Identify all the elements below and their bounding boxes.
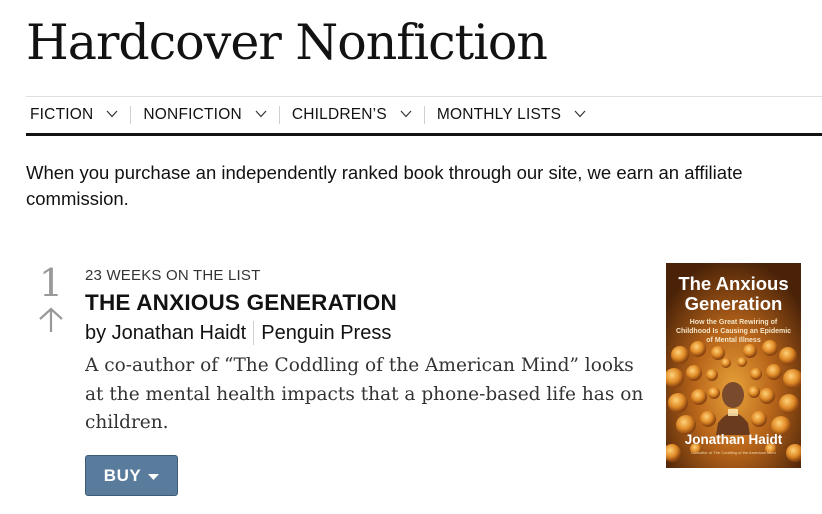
nav-item-label: MONTHLY LISTS — [436, 106, 562, 123]
cover-title: The Anxious Generation — [666, 274, 801, 314]
buy-button[interactable]: BUY — [85, 455, 178, 496]
nav-item-label: CHILDREN’S — [291, 106, 387, 123]
cover-title-line: Generation — [684, 293, 783, 314]
nav-divider — [130, 106, 132, 124]
chevron-down-icon — [574, 105, 586, 123]
cover-subtitle: How the Great Rewiring of Childhood Is C… — [675, 319, 792, 344]
byline-divider — [253, 321, 255, 345]
rank-number: 1 — [38, 261, 64, 305]
book-publisher: Penguin Press — [261, 321, 392, 344]
cover-title-line: The Anxious — [678, 273, 789, 294]
chevron-down-icon — [400, 105, 412, 123]
byline: by Jonathan Haidt Penguin Press — [85, 321, 391, 345]
nav-divider — [423, 106, 425, 124]
cover-tagline: Coauthor of The Coddling of the American… — [691, 450, 776, 455]
weeks-on-list: 23 WEEKS ON THE LIST — [85, 267, 261, 284]
affiliate-disclaimer: When you purchase an independently ranke… — [26, 162, 743, 209]
book-title[interactable]: THE ANXIOUS GENERATION — [85, 290, 397, 316]
nav-divider — [278, 106, 280, 124]
caret-down-icon — [148, 466, 160, 486]
nav-item-label: FICTION — [30, 106, 94, 123]
page-title: Hardcover Nonfiction — [26, 14, 548, 71]
cover-author: Jonathan Haidt — [684, 432, 783, 447]
chevron-down-icon — [255, 105, 267, 123]
nav-item-label: NONFICTION — [143, 106, 242, 123]
list-category-nav: FICTION NONFICTION CHILDREN’S MONTHLY LI… — [26, 96, 822, 136]
book-cover-image[interactable]: The Anxious Generation How the Great Rew… — [666, 263, 801, 468]
arrow-up-icon — [38, 306, 64, 339]
book-author: by Jonathan Haidt — [85, 321, 247, 344]
nav-item-childrens[interactable]: CHILDREN’S — [292, 105, 412, 125]
nav-item-fiction[interactable]: FICTION — [26, 105, 118, 125]
chevron-down-icon — [106, 105, 118, 123]
nav-item-nonfiction[interactable]: NONFICTION — [143, 105, 267, 125]
book-description: A co-author of “The Coddling of the Amer… — [85, 355, 644, 433]
buy-button-label: BUY — [103, 465, 142, 485]
nav-item-monthly-lists[interactable]: MONTHLY LISTS — [437, 105, 586, 125]
